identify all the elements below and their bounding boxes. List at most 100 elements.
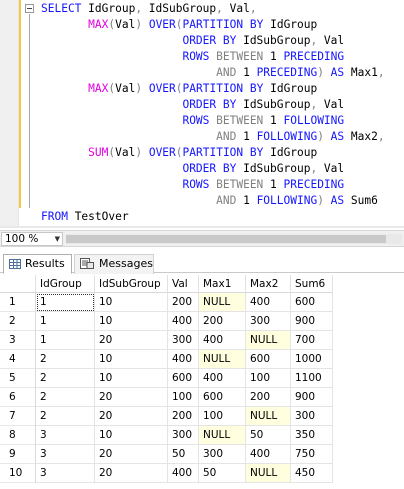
row-header[interactable]: 10 [0, 464, 36, 483]
grid-corner[interactable] [0, 275, 36, 293]
column-header[interactable]: Val [168, 275, 199, 293]
code-token: ( [175, 82, 183, 95]
grid-cell[interactable]: 50 [246, 426, 291, 445]
zoom-select[interactable]: 100 % ▼ [1, 232, 63, 246]
code-token: ROWS [182, 114, 217, 127]
grid-cell[interactable]: 900 [291, 388, 333, 407]
tab-results-label: Results [25, 257, 65, 270]
grid-cell[interactable]: 400 [168, 350, 199, 369]
column-header[interactable]: Sum6 [291, 275, 333, 293]
code-token: PRECEDING [283, 178, 345, 191]
grid-cell[interactable]: NULL [199, 293, 246, 312]
code-token: BETWEEN [216, 178, 271, 191]
row-header[interactable]: 3 [0, 331, 36, 350]
grid-cell[interactable]: 3 [36, 445, 95, 464]
row-header[interactable]: 8 [0, 426, 36, 445]
grid-cell[interactable]: 600 [199, 388, 246, 407]
grid-cell[interactable]: 100 [246, 369, 291, 388]
column-header[interactable]: Max2 [246, 275, 291, 293]
grid-cell[interactable]: 100 [199, 407, 246, 426]
grid-cell[interactable]: 200 [168, 407, 199, 426]
grid-cell[interactable]: 2 [36, 407, 95, 426]
outline-guide-line [29, 14, 30, 208]
grid-cell[interactable]: 600 [291, 293, 333, 312]
grid-cell[interactable]: 20 [95, 445, 168, 464]
grid-cell[interactable]: 1 [36, 293, 95, 312]
grid-cell[interactable]: 300 [199, 445, 246, 464]
query-editor[interactable]: SELECT IdGroup, IdSubGroup, Val, MAX (Val… [0, 0, 404, 228]
grid-cell[interactable]: 600 [168, 369, 199, 388]
grid-cell[interactable]: 50 [168, 445, 199, 464]
grid-cell[interactable]: 20 [95, 388, 168, 407]
grid-cell[interactable]: 200 [199, 312, 246, 331]
grid-cell[interactable]: NULL [199, 426, 246, 445]
code-token: IdSubGroup [243, 34, 311, 47]
grid-cell[interactable]: NULL [246, 331, 291, 350]
grid-cell[interactable]: 2 [36, 369, 95, 388]
row-header[interactable]: 4 [0, 350, 36, 369]
row-header[interactable]: 6 [0, 388, 36, 407]
tab-results[interactable]: Results [3, 254, 72, 274]
grid-cell[interactable]: 10 [95, 350, 168, 369]
column-header[interactable]: IdSubGroup [95, 275, 168, 293]
code-token: OVER [148, 146, 176, 159]
grid-cell[interactable]: 400 [246, 293, 291, 312]
grid-cell[interactable]: 300 [246, 312, 291, 331]
grid-cell[interactable]: 600 [246, 350, 291, 369]
grid-cell[interactable]: NULL [199, 350, 246, 369]
grid-cell[interactable]: 1 [36, 331, 95, 350]
grid-cell[interactable]: 400 [168, 312, 199, 331]
grid-cell[interactable]: 10 [95, 369, 168, 388]
row-header[interactable]: 9 [0, 445, 36, 464]
grid-cell[interactable]: 350 [291, 426, 333, 445]
horizontal-scrollbar[interactable] [66, 234, 402, 244]
grid-cell[interactable]: 50 [199, 464, 246, 483]
grid-cell[interactable]: 10 [95, 426, 168, 445]
chevron-down-icon[interactable]: ▼ [55, 233, 60, 245]
code-line: AND 1 PRECEDING) AS Max1, [41, 65, 384, 81]
collapse-block-icon[interactable] [25, 4, 34, 13]
grid-cell[interactable]: 3 [36, 464, 95, 483]
grid-cell[interactable]: NULL [246, 407, 291, 426]
tab-messages[interactable]: Messages [74, 254, 154, 274]
row-header[interactable]: 7 [0, 407, 36, 426]
row-header[interactable]: 5 [0, 369, 36, 388]
grid-cell[interactable]: 750 [291, 445, 333, 464]
grid-cell[interactable]: 10 [95, 293, 168, 312]
column-header[interactable]: Max1 [199, 275, 246, 293]
grid-cell[interactable]: 3 [36, 426, 95, 445]
column-header[interactable]: IdGroup [36, 275, 95, 293]
grid-cell[interactable]: 300 [291, 407, 333, 426]
grid-cell[interactable]: 700 [291, 331, 333, 350]
grid-cell[interactable]: 2 [36, 388, 95, 407]
row-header[interactable]: 2 [0, 312, 36, 331]
grid-cell[interactable]: 400 [168, 464, 199, 483]
grid-cell[interactable]: 1 [36, 312, 95, 331]
grid-cell[interactable]: 20 [95, 407, 168, 426]
grid-cell[interactable]: 1000 [291, 350, 333, 369]
code-line: MAX(Val) OVER(PARTITION BY IdGroup [41, 81, 317, 97]
row-header[interactable]: 1 [0, 293, 36, 312]
results-grid[interactable]: IdGroup IdSubGroup Val Max1 Max2 Sum6 1 1 10 200 N… [0, 275, 404, 489]
code-token: IdSubGroup [243, 162, 311, 175]
grid-cell[interactable]: 400 [246, 445, 291, 464]
grid-cell[interactable]: 200 [168, 293, 199, 312]
grid-cell[interactable]: NULL [246, 464, 291, 483]
grid-cell[interactable]: 900 [291, 312, 333, 331]
grid-cell[interactable]: 100 [168, 388, 199, 407]
grid-cell[interactable]: 400 [199, 331, 246, 350]
scrollbar-thumb[interactable] [66, 235, 386, 243]
grid-cell[interactable]: 400 [199, 369, 246, 388]
grid-cell[interactable]: 2 [36, 350, 95, 369]
grid-cell[interactable]: 20 [95, 464, 168, 483]
grid-cell[interactable]: 200 [246, 388, 291, 407]
grid-cell[interactable]: 10 [95, 312, 168, 331]
grid-cell[interactable]: 1100 [291, 369, 333, 388]
grid-cell[interactable]: 300 [168, 426, 199, 445]
grid-cell[interactable]: 450 [291, 464, 333, 483]
code-token: SELECT [41, 2, 89, 15]
grid-cell[interactable]: 300 [168, 331, 199, 350]
grid-cell[interactable]: 20 [95, 331, 168, 350]
